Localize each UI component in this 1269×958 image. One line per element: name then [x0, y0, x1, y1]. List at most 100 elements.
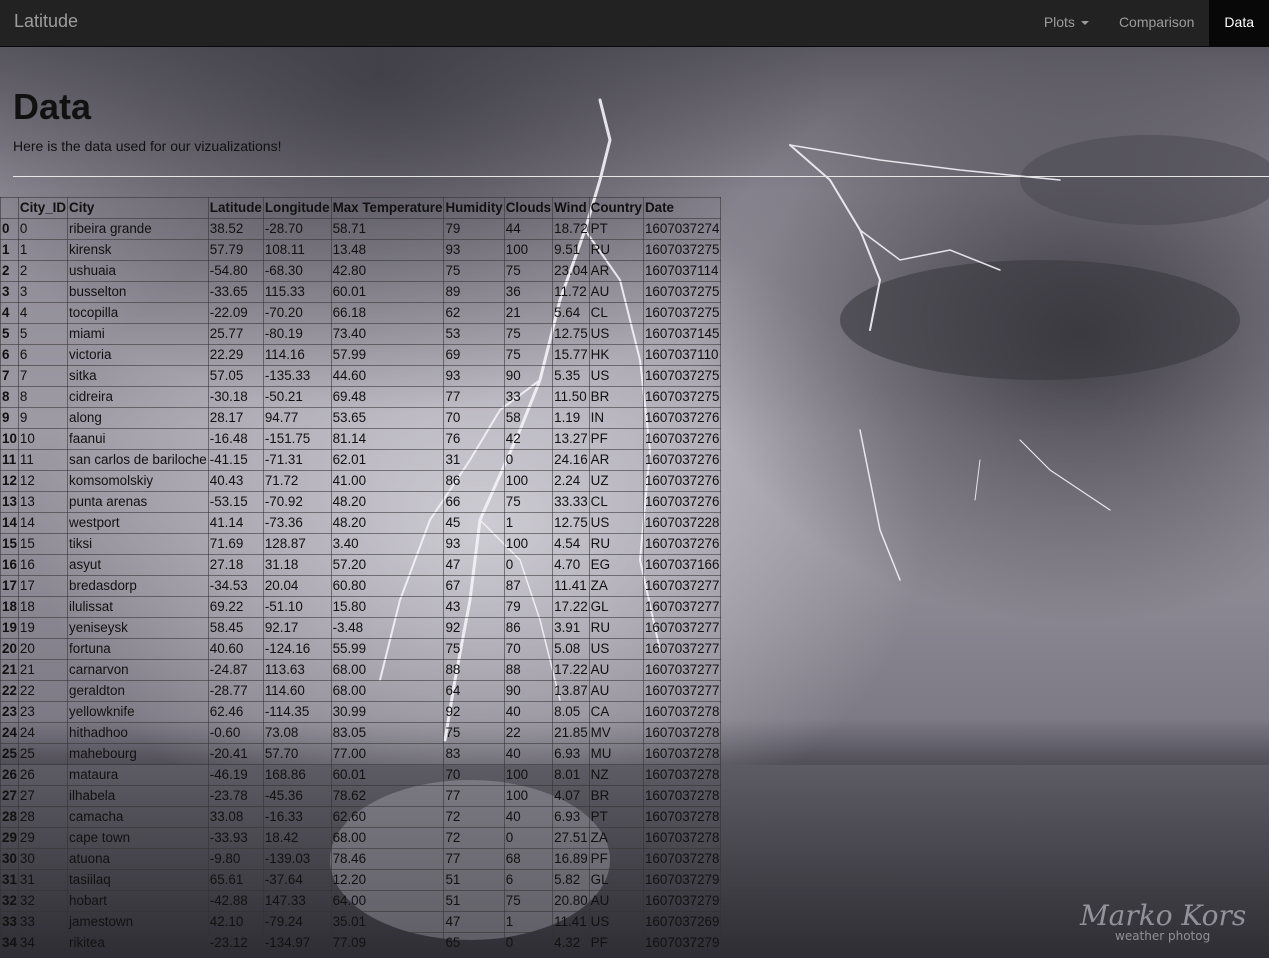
cell-country: EG — [588, 554, 644, 576]
cell-humidity: 47 — [443, 554, 505, 576]
cell-city-id: 7 — [17, 365, 69, 387]
cell-country: HK — [588, 344, 644, 366]
cell-city: rikitea — [67, 932, 209, 954]
cell-city: mataura — [67, 764, 209, 786]
cell-latitude: 71.69 — [207, 533, 264, 555]
cell-clouds: 79 — [503, 596, 554, 618]
table-row: 2 2 ushuaia -54.80 -68.30 42.80 75 75 23.04 AR 160… — [0, 260, 722, 282]
cell-latitude: -23.78 — [207, 785, 264, 807]
cell-max-temperature: 15.80 — [330, 596, 445, 618]
cell-longitude: 20.04 — [262, 575, 332, 597]
cell-clouds: 90 — [503, 680, 554, 702]
cell-clouds: 21 — [503, 302, 554, 324]
cell-max-temperature: 60.01 — [330, 281, 445, 303]
cell-max-temperature: 53.65 — [330, 407, 445, 429]
table-row: 5 5 miami 25.77 -80.19 73.40 53 75 12.75 US 160703… — [0, 323, 722, 345]
table-row: 24 24 hithadhoo -0.60 73.08 83.05 75 22 21.85 MV 1… — [0, 722, 722, 744]
cell-city-id: 20 — [17, 638, 69, 660]
table-row: 1 1 kirensk 57.79 108.11 13.48 93 100 9.51 RU 1607… — [0, 239, 722, 261]
cell-country: US — [588, 911, 644, 933]
cell-humidity: 92 — [443, 617, 505, 639]
cell-city: sitka — [67, 365, 209, 387]
cell-index: 26 — [0, 764, 19, 786]
cell-country: AR — [588, 449, 644, 471]
cell-latitude: 57.79 — [207, 239, 264, 261]
cell-country: PT — [588, 218, 644, 240]
cell-date: 1607037145 — [642, 323, 722, 345]
cell-city: ushuaia — [67, 260, 209, 282]
cell-humidity: 72 — [443, 827, 505, 849]
page-subtitle: Here is the data used for our vizualizat… — [13, 138, 282, 154]
cell-longitude: 113.63 — [262, 659, 332, 681]
cell-city-id: 27 — [17, 785, 69, 807]
cell-max-temperature: 41.00 — [330, 470, 445, 492]
column-header-max-temperature: Max Temperature — [330, 197, 445, 219]
cell-max-temperature: 48.20 — [330, 491, 445, 513]
cell-wind: 20.80 — [552, 890, 590, 912]
cell-index: 29 — [0, 827, 19, 849]
nav-data[interactable]: Data — [1209, 0, 1269, 46]
cell-longitude: -51.10 — [262, 596, 332, 618]
cell-latitude: -33.93 — [207, 827, 264, 849]
cell-country: AR — [588, 260, 644, 282]
cell-humidity: 77 — [443, 848, 505, 870]
cell-humidity: 79 — [443, 218, 505, 240]
cell-humidity: 88 — [443, 659, 505, 681]
table-row: 9 9 along 28.17 94.77 53.65 70 58 1.19 IN 16070372… — [0, 407, 722, 429]
cell-humidity: 31 — [443, 449, 505, 471]
cell-humidity: 93 — [443, 365, 505, 387]
nav-comparison[interactable]: Comparison — [1104, 0, 1209, 46]
table-row: 31 31 tasiilaq 65.61 -37.64 12.20 51 6 5.82 GL 160… — [0, 869, 722, 891]
cell-wind: 5.64 — [552, 302, 590, 324]
brand-link[interactable]: Latitude — [14, 11, 78, 32]
cell-city: yellowknife — [67, 701, 209, 723]
cell-index: 22 — [0, 680, 19, 702]
cell-longitude: -73.36 — [262, 512, 332, 534]
cell-country: RU — [588, 239, 644, 261]
cell-country: US — [588, 365, 644, 387]
cell-wind: 6.93 — [552, 806, 590, 828]
cell-latitude: -33.65 — [207, 281, 264, 303]
cell-city: geraldton — [67, 680, 209, 702]
cell-max-temperature: 44.60 — [330, 365, 445, 387]
cell-latitude: 33.08 — [207, 806, 264, 828]
cell-longitude: -79.24 — [262, 911, 332, 933]
cell-latitude: 27.18 — [207, 554, 264, 576]
cell-latitude: -0.60 — [207, 722, 264, 744]
cell-clouds: 44 — [503, 218, 554, 240]
cell-city-id: 33 — [17, 911, 69, 933]
cell-latitude: 69.22 — [207, 596, 264, 618]
cell-humidity: 67 — [443, 575, 505, 597]
cell-humidity: 43 — [443, 596, 505, 618]
cell-index: 25 — [0, 743, 19, 765]
cell-country: PF — [588, 932, 644, 954]
cell-latitude: 57.05 — [207, 365, 264, 387]
cell-date: 1607037277 — [642, 659, 722, 681]
cell-date: 1607037278 — [642, 743, 722, 765]
cell-max-temperature: 60.01 — [330, 764, 445, 786]
cell-wind: 13.87 — [552, 680, 590, 702]
cell-clouds: 0 — [503, 827, 554, 849]
cell-latitude: 42.10 — [207, 911, 264, 933]
cell-latitude: 38.52 — [207, 218, 264, 240]
cell-latitude: 40.60 — [207, 638, 264, 660]
nav-plots-dropdown[interactable]: Plots — [1029, 0, 1104, 46]
cell-city-id: 0 — [17, 218, 69, 240]
cell-wind: 5.35 — [552, 365, 590, 387]
svg-text:Marko Kors: Marko Kors — [1079, 899, 1246, 932]
cell-date: 1607037278 — [642, 722, 722, 744]
cell-city-id: 14 — [17, 512, 69, 534]
cell-city-id: 17 — [17, 575, 69, 597]
cell-max-temperature: 58.71 — [330, 218, 445, 240]
cell-city: tiksi — [67, 533, 209, 555]
cell-index: 31 — [0, 869, 19, 891]
table-row: 29 29 cape town -33.93 18.42 68.00 72 0 27.51 ZA 1… — [0, 827, 722, 849]
column-header-wind: Wind — [552, 197, 590, 219]
cell-humidity: 65 — [443, 932, 505, 954]
cell-max-temperature: 68.00 — [330, 827, 445, 849]
cell-wind: 8.01 — [552, 764, 590, 786]
cell-latitude: 41.14 — [207, 512, 264, 534]
cell-wind: 4.07 — [552, 785, 590, 807]
cell-city-id: 30 — [17, 848, 69, 870]
column-header-latitude: Latitude — [207, 197, 264, 219]
